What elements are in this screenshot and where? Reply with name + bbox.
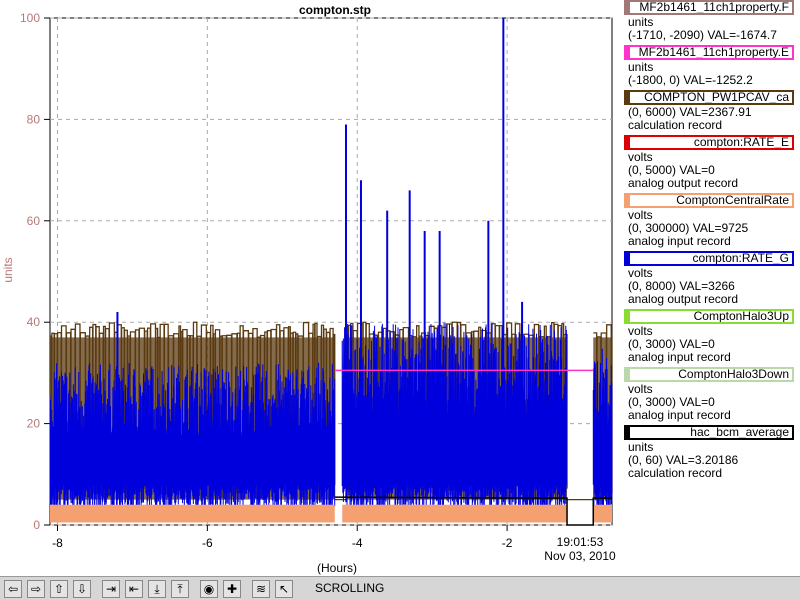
- pan-down-button[interactable]: ⇩: [73, 580, 91, 598]
- status-label: SCROLLING: [315, 581, 385, 595]
- legend-detail: analog input record: [628, 408, 731, 422]
- legend-series-name: MF2b1461_11ch1property.F: [624, 0, 794, 15]
- legend-detail: analog output record: [628, 176, 739, 190]
- x-axis-label: (Hours): [317, 561, 357, 575]
- legend-detail: calculation record: [628, 466, 723, 480]
- series-band: [50, 504, 335, 523]
- stagger-button[interactable]: ≋: [252, 580, 270, 598]
- end-time-label: 19:01:53: [557, 535, 604, 549]
- chart-title: compton.stp: [299, 3, 371, 17]
- x-tick-label: -4: [352, 536, 363, 550]
- x-tick-label: -2: [502, 536, 513, 550]
- toolbar: SCROLLING ⇦ ⇨ ⇧ ⇩ ⇥ ⇤ ⤓ ⤒ ◉ ✚ ≋ ↖: [0, 576, 800, 600]
- legend-detail: analog output record: [628, 292, 739, 306]
- series-comptoncentralrate: [50, 504, 612, 523]
- y-tick-label: 0: [33, 518, 40, 532]
- y-tick-label: 40: [27, 315, 41, 329]
- legend-series-name: ComptonHalo3Up: [624, 309, 794, 324]
- pan-right-button[interactable]: ⇨: [27, 580, 45, 598]
- legend-series-name: COMPTON_PW1PCAV_ca: [624, 90, 794, 105]
- legend-detail: (-1710, -2090) VAL=-1674.7: [628, 28, 777, 42]
- series-band: [342, 504, 568, 523]
- legend-series-name: ComptonHalo3Down: [624, 367, 794, 382]
- x-tick-label: -8: [52, 536, 63, 550]
- legend-detail: analog input record: [628, 234, 731, 248]
- y-tick-label: 80: [27, 112, 41, 126]
- legend-detail: calculation record: [628, 118, 723, 132]
- legend-detail: (-1800, 0) VAL=-1252.2: [628, 73, 753, 87]
- zoom-in-horizontal-button[interactable]: ⇥: [102, 580, 120, 598]
- legend-series-name: MF2b1461_11ch1property.E: [624, 45, 794, 60]
- zoom-out-vertical-button[interactable]: ⤒: [171, 580, 189, 598]
- series-band: [593, 504, 612, 523]
- legend-detail: analog input record: [628, 350, 731, 364]
- y-axis-label: units: [1, 257, 15, 282]
- auto-scale-button[interactable]: ◉: [200, 580, 218, 598]
- y-tick-label: 20: [27, 417, 41, 431]
- x-tick-label: -6: [202, 536, 213, 550]
- legend-series-name: ComptonCentralRate: [624, 193, 794, 208]
- legend-series-name: compton:RATE_G: [624, 251, 794, 266]
- y-tick-label: 100: [20, 11, 40, 25]
- legend-series-name: hac_bcm_average: [624, 425, 794, 440]
- crosshair-button[interactable]: ✚: [223, 580, 241, 598]
- pointer-button[interactable]: ↖: [275, 580, 293, 598]
- legend: MF2b1461_11ch1property.F units (-1710, -20…: [620, 0, 800, 480]
- end-date-label: Nov 03, 2010: [544, 549, 616, 563]
- legend-series-name: compton:RATE_E: [624, 135, 794, 150]
- zoom-in-vertical-button[interactable]: ⤓: [148, 580, 166, 598]
- zoom-out-horizontal-button[interactable]: ⇤: [125, 580, 143, 598]
- pan-left-button[interactable]: ⇦: [4, 580, 22, 598]
- pan-up-button[interactable]: ⇧: [50, 580, 68, 598]
- y-tick-label: 60: [27, 214, 41, 228]
